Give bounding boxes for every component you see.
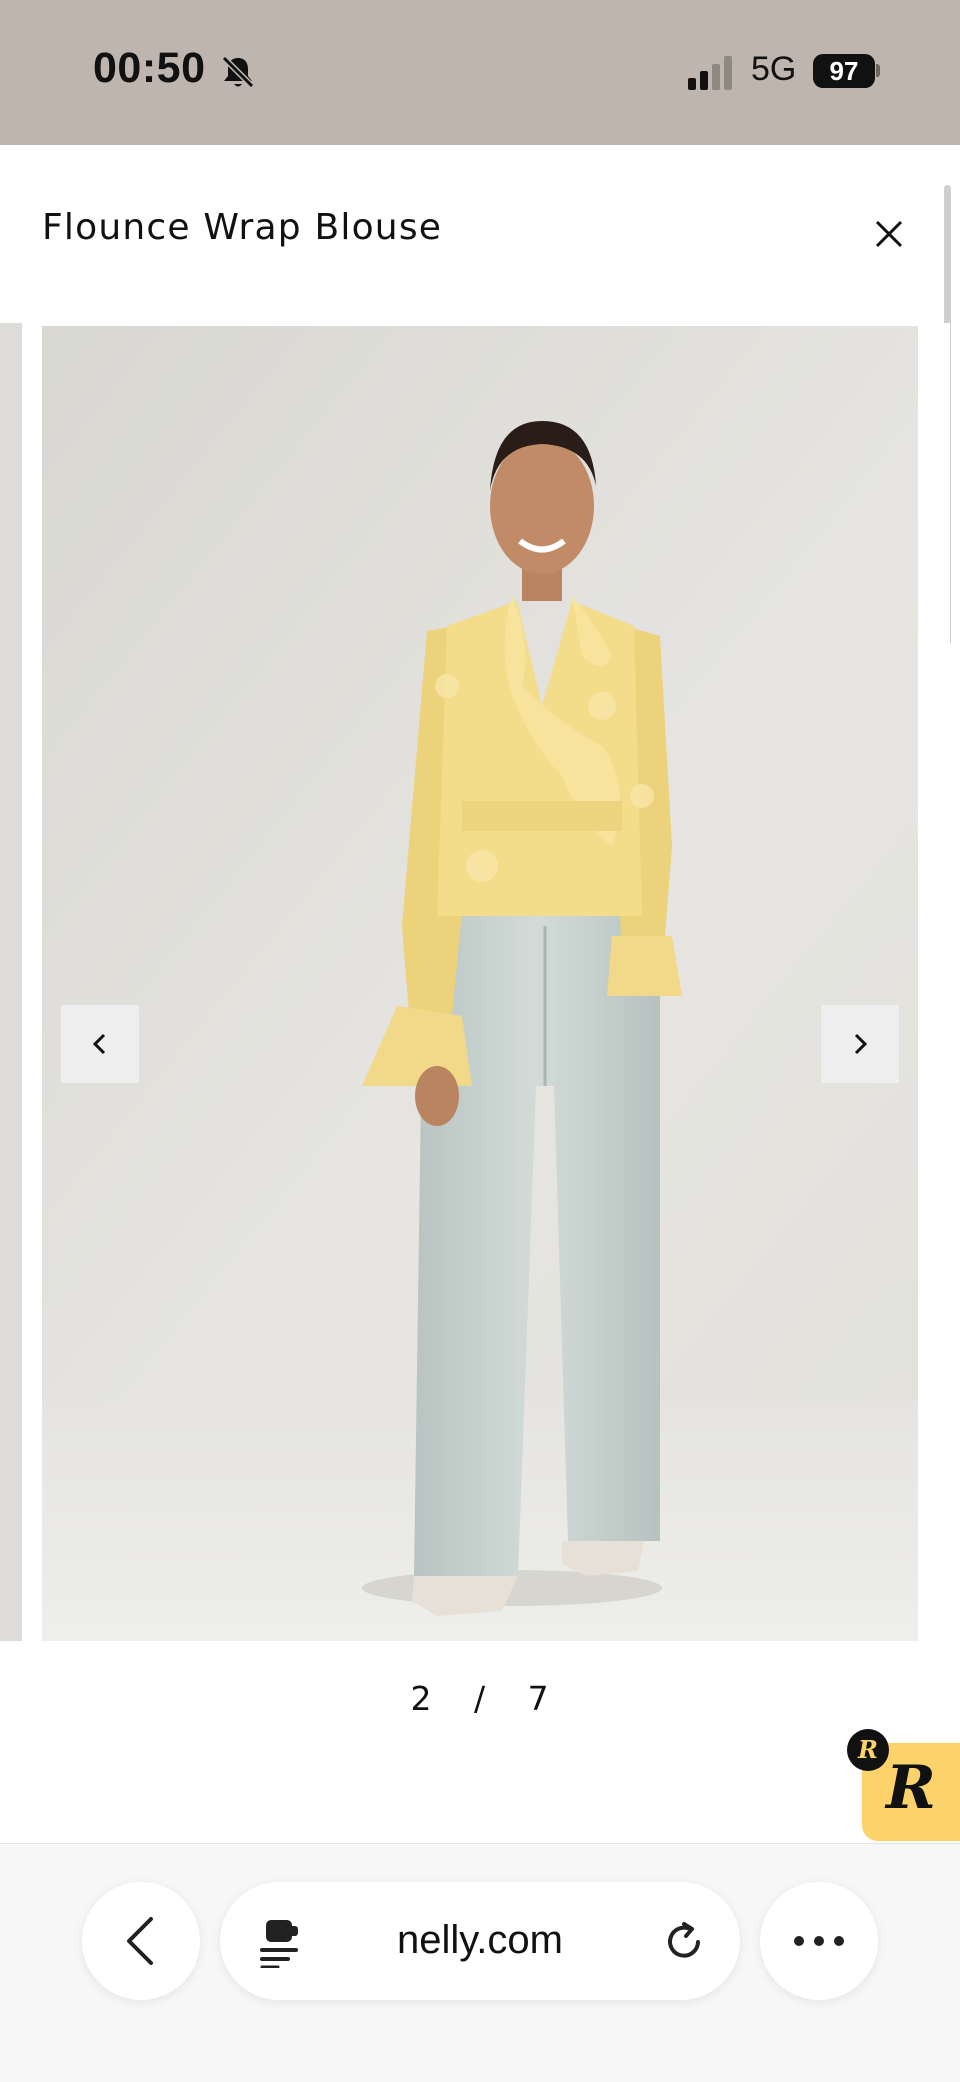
chevron-left-icon: [92, 1033, 106, 1055]
status-time: 00:50: [93, 44, 206, 92]
battery-tip: [876, 64, 880, 77]
current-image-index: 2: [410, 1679, 433, 1718]
network-type: 5G: [751, 50, 797, 88]
browser-back-button[interactable]: [82, 1882, 200, 2000]
image-gallery: 2 / 7: [0, 323, 950, 1843]
reload-icon[interactable]: [662, 1920, 706, 1964]
browser-more-button[interactable]: [760, 1882, 878, 2000]
next-image-button[interactable]: [821, 1005, 899, 1083]
close-icon[interactable]: [868, 213, 910, 255]
product-image[interactable]: [42, 326, 918, 1641]
back-icon: [127, 1917, 153, 1965]
browser-toolbar: nelly.com: [0, 1843, 960, 2082]
chevron-right-icon: [854, 1033, 868, 1055]
previous-slide-peek: [0, 323, 22, 1641]
previous-image-button[interactable]: [61, 1005, 139, 1083]
product-title: Flounce Wrap Blouse: [42, 207, 443, 248]
counter-separator: /: [473, 1679, 487, 1718]
widget-mini-logo: R: [847, 1729, 889, 1771]
status-bar: 00:50 5G 97: [0, 0, 960, 145]
product-photo-illustration: [42, 326, 918, 1641]
modal-header: Flounce Wrap Blouse: [0, 145, 950, 324]
total-images: 7: [527, 1679, 550, 1718]
address-bar[interactable]: nelly.com: [220, 1882, 740, 2000]
image-counter: 2 / 7: [0, 1679, 960, 1718]
widget-logo: R: [886, 1753, 936, 1823]
battery-icon: 97: [813, 54, 875, 88]
more-icon: [794, 1936, 844, 1946]
signal-icon: [688, 56, 732, 90]
bell-slash-icon: [221, 55, 255, 89]
